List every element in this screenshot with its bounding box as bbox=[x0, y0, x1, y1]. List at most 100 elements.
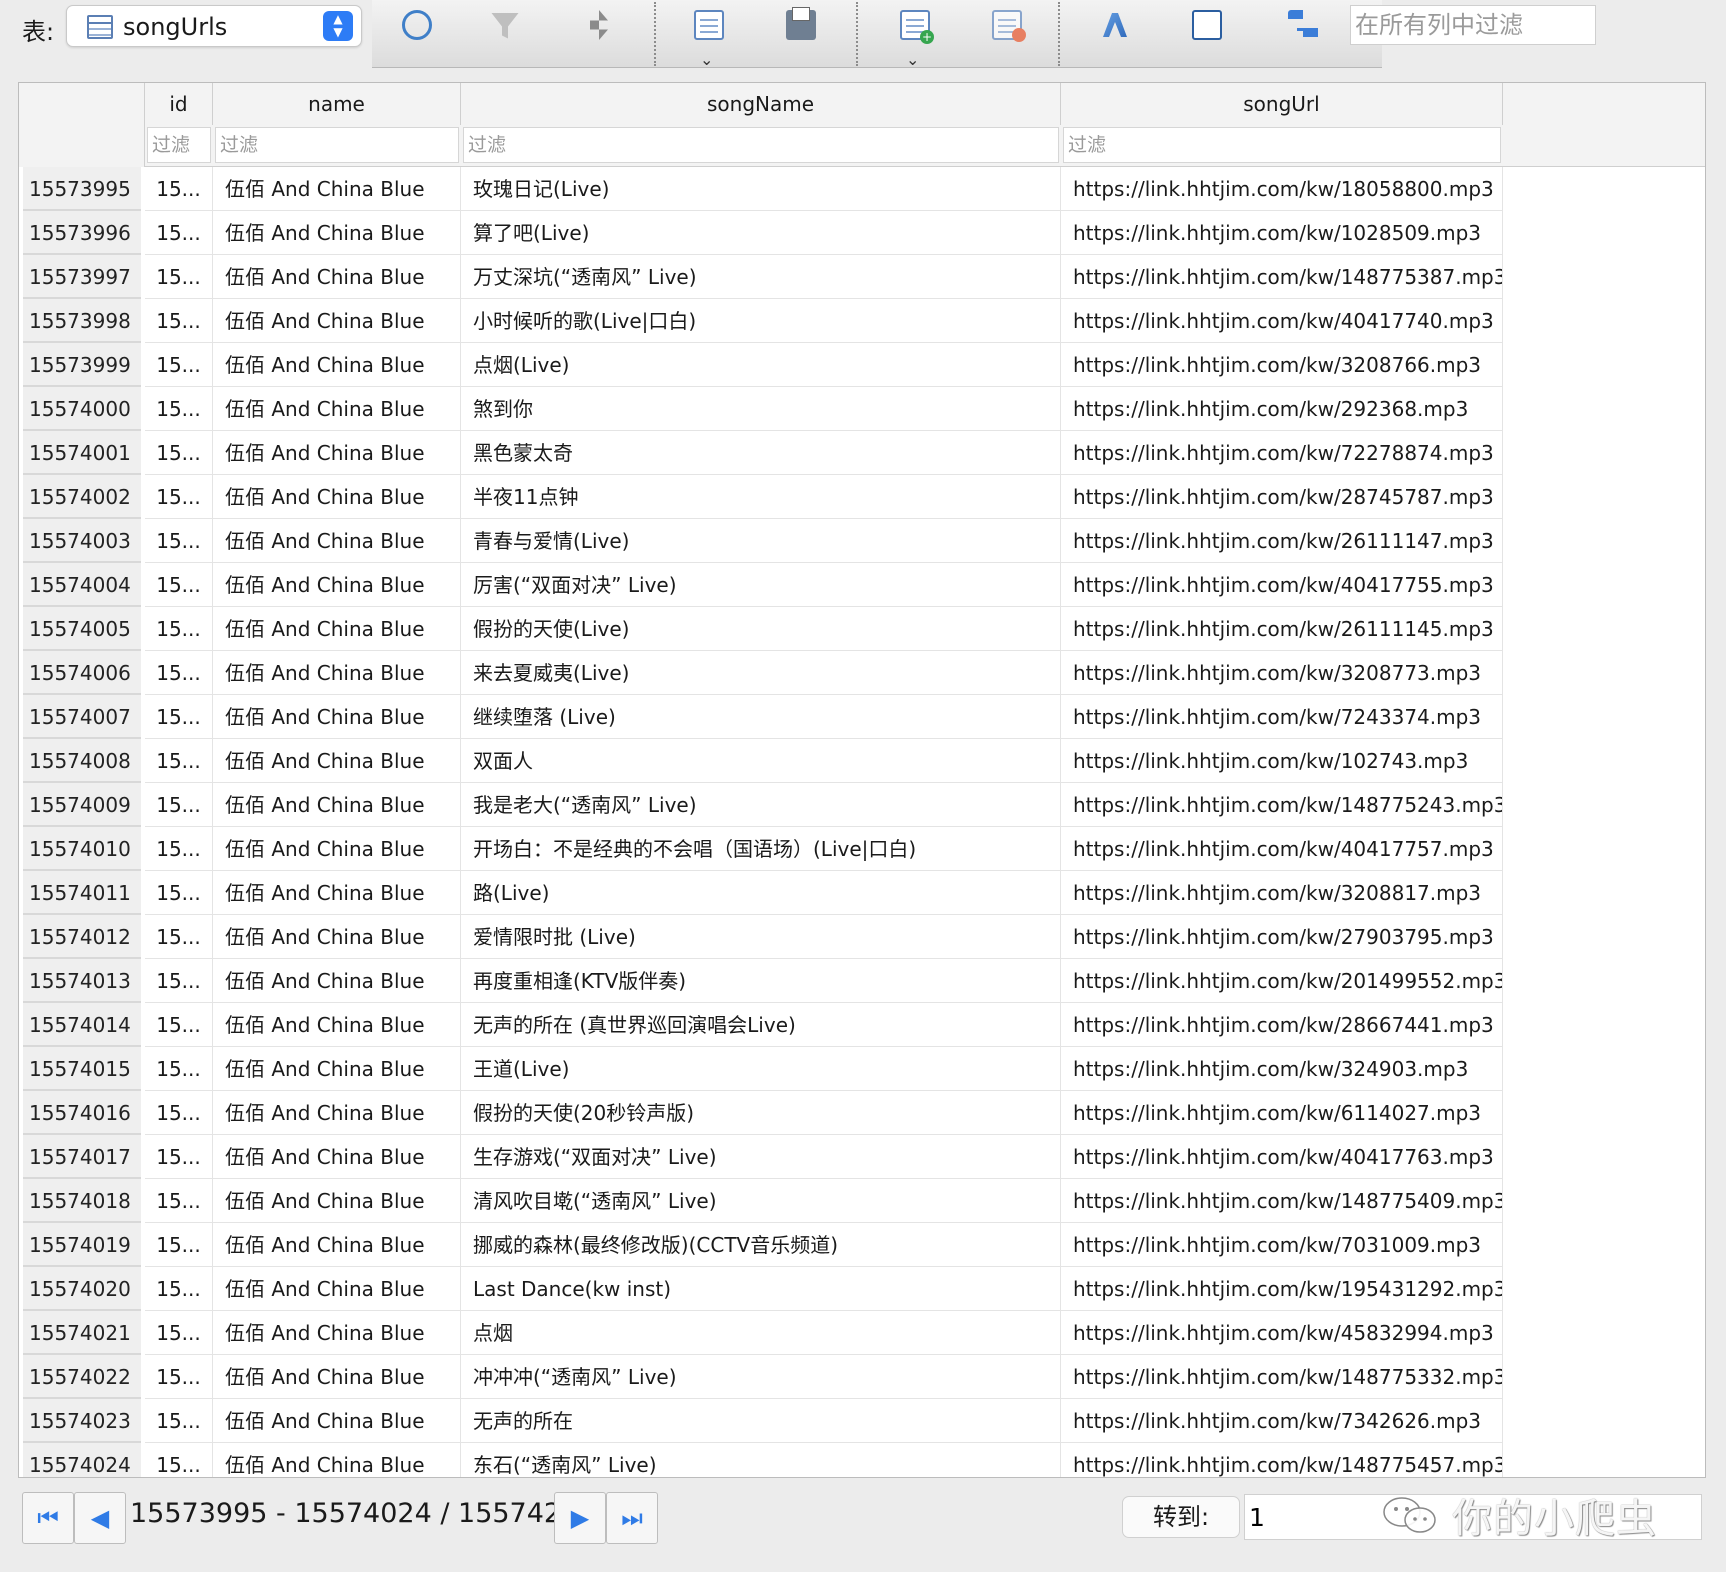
id-cell[interactable]: 15... bbox=[145, 255, 213, 299]
row-number-cell[interactable]: 15574015 bbox=[23, 1047, 141, 1091]
id-cell[interactable]: 15... bbox=[145, 607, 213, 651]
global-filter-input[interactable] bbox=[1350, 5, 1596, 45]
table-row[interactable]: 15574023 15... 伍佰 And China Blue 无声的所在 https… bbox=[19, 1399, 1705, 1443]
songname-cell[interactable]: 无声的所在 bbox=[461, 1399, 1061, 1443]
table-row[interactable]: 15574013 15... 伍佰 And China Blue 再度重相逢(KTV版… bbox=[19, 959, 1705, 1003]
table-row[interactable]: 15573999 15... 伍佰 And China Blue 点烟(Live) ht… bbox=[19, 343, 1705, 387]
clear-sort-button[interactable] bbox=[580, 8, 618, 44]
name-cell[interactable]: 伍佰 And China Blue bbox=[213, 519, 461, 563]
songurl-cell[interactable]: https://link.hhtjim.com/kw/6114027.mp3 bbox=[1061, 1091, 1503, 1135]
row-number-cell[interactable]: 15574016 bbox=[23, 1091, 141, 1135]
songurl-cell[interactable]: https://link.hhtjim.com/kw/28745787.mp3 bbox=[1061, 475, 1503, 519]
songname-cell[interactable]: 生存游戏(“双面对决” Live) bbox=[461, 1135, 1061, 1179]
name-cell[interactable]: 伍佰 And China Blue bbox=[213, 827, 461, 871]
songurl-cell[interactable]: https://link.hhtjim.com/kw/148775457.mp3 bbox=[1061, 1443, 1503, 1477]
row-number-cell[interactable]: 15574018 bbox=[23, 1179, 141, 1223]
id-cell[interactable]: 15... bbox=[145, 299, 213, 343]
songurl-cell[interactable]: https://link.hhtjim.com/kw/28667441.mp3 bbox=[1061, 1003, 1503, 1047]
row-number-cell[interactable]: 15573998 bbox=[23, 299, 141, 343]
songname-cell[interactable]: 挪威的森林(最终修改版)(CCTV音乐频道) bbox=[461, 1223, 1061, 1267]
name-cell[interactable]: 伍佰 And China Blue bbox=[213, 211, 461, 255]
refresh-button[interactable] bbox=[398, 8, 436, 44]
id-cell[interactable]: 15... bbox=[145, 739, 213, 783]
songurl-cell[interactable]: https://link.hhtjim.com/kw/45832994.mp3 bbox=[1061, 1311, 1503, 1355]
songname-cell[interactable]: 继续堕落 (Live) bbox=[461, 695, 1061, 739]
table-row[interactable]: 15574005 15... 伍佰 And China Blue 假扮的天使(Live… bbox=[19, 607, 1705, 651]
songname-cell[interactable]: 无声的所在 (真世界巡回演唱会Live) bbox=[461, 1003, 1061, 1047]
first-page-button[interactable]: ⏮ bbox=[22, 1492, 74, 1544]
id-cell[interactable]: 15... bbox=[145, 1091, 213, 1135]
songurl-cell[interactable]: https://link.hhtjim.com/kw/26111147.mp3 bbox=[1061, 519, 1503, 563]
table-row[interactable]: 15574009 15... 伍佰 And China Blue 我是老大(“透南风”… bbox=[19, 783, 1705, 827]
table-row[interactable]: 15574018 15... 伍佰 And China Blue 清风吹目墘(“透南风… bbox=[19, 1179, 1705, 1223]
songname-cell[interactable]: 厉害(“双面对决” Live) bbox=[461, 563, 1061, 607]
row-number-cell[interactable]: 15574022 bbox=[23, 1355, 141, 1399]
songname-cell[interactable]: 半夜11点钟 bbox=[461, 475, 1061, 519]
songurl-cell[interactable]: https://link.hhtjim.com/kw/292368.mp3 bbox=[1061, 387, 1503, 431]
table-row[interactable]: 15574014 15... 伍佰 And China Blue 无声的所在 (真世界… bbox=[19, 1003, 1705, 1047]
name-cell[interactable]: 伍佰 And China Blue bbox=[213, 255, 461, 299]
row-number-cell[interactable]: 15574005 bbox=[23, 607, 141, 651]
row-number-cell[interactable]: 15573997 bbox=[23, 255, 141, 299]
column-header-name[interactable]: name bbox=[213, 83, 461, 125]
name-cell[interactable]: 伍佰 And China Blue bbox=[213, 1355, 461, 1399]
save-changes-button[interactable]: ⌄ bbox=[690, 8, 728, 69]
songname-cell[interactable]: 冲冲冲(“透南风” Live) bbox=[461, 1355, 1061, 1399]
id-cell[interactable]: 15... bbox=[145, 959, 213, 1003]
id-cell[interactable]: 15... bbox=[145, 563, 213, 607]
id-cell[interactable]: 15... bbox=[145, 1267, 213, 1311]
table-row[interactable]: 15574015 15... 伍佰 And China Blue 王道(Live) ht… bbox=[19, 1047, 1705, 1091]
last-page-button[interactable]: ⏭ bbox=[606, 1492, 658, 1544]
id-cell[interactable]: 15... bbox=[145, 915, 213, 959]
table-select[interactable]: songUrls ▲ ▼ bbox=[66, 5, 362, 47]
row-number-cell[interactable]: 15574011 bbox=[23, 871, 141, 915]
id-cell[interactable]: 15... bbox=[145, 1223, 213, 1267]
row-number-cell[interactable]: 15574008 bbox=[23, 739, 141, 783]
songurl-cell[interactable]: https://link.hhtjim.com/kw/7342626.mp3 bbox=[1061, 1399, 1503, 1443]
songname-cell[interactable]: 算了吧(Live) bbox=[461, 211, 1061, 255]
name-cell[interactable]: 伍佰 And China Blue bbox=[213, 563, 461, 607]
name-cell[interactable]: 伍佰 And China Blue bbox=[213, 475, 461, 519]
id-cell[interactable]: 15... bbox=[145, 211, 213, 255]
id-cell[interactable]: 15... bbox=[145, 695, 213, 739]
table-row[interactable]: 15574003 15... 伍佰 And China Blue 青春与爱情(Live… bbox=[19, 519, 1705, 563]
table-row[interactable]: 15574020 15... 伍佰 And China Blue Last Dance… bbox=[19, 1267, 1705, 1311]
table-row[interactable]: 15574000 15... 伍佰 And China Blue 煞到你 https:/… bbox=[19, 387, 1705, 431]
id-cell[interactable]: 15... bbox=[145, 1443, 213, 1477]
table-row[interactable]: 15574004 15... 伍佰 And China Blue 厉害(“双面对决” … bbox=[19, 563, 1705, 607]
row-number-cell[interactable]: 15574007 bbox=[23, 695, 141, 739]
songurl-cell[interactable]: https://link.hhtjim.com/kw/102743.mp3 bbox=[1061, 739, 1503, 783]
table-row[interactable]: 15574022 15... 伍佰 And China Blue 冲冲冲(“透南风” … bbox=[19, 1355, 1705, 1399]
name-cell[interactable]: 伍佰 And China Blue bbox=[213, 1003, 461, 1047]
id-cell[interactable]: 15... bbox=[145, 1135, 213, 1179]
name-cell[interactable]: 伍佰 And China Blue bbox=[213, 1443, 461, 1477]
songurl-cell[interactable]: https://link.hhtjim.com/kw/3208773.mp3 bbox=[1061, 651, 1503, 695]
id-cell[interactable]: 15... bbox=[145, 871, 213, 915]
songurl-cell[interactable]: https://link.hhtjim.com/kw/26111145.mp3 bbox=[1061, 607, 1503, 651]
songname-cell[interactable]: 小时候听的歌(Live|口白) bbox=[461, 299, 1061, 343]
songname-cell[interactable]: 双面人 bbox=[461, 739, 1061, 783]
name-cell[interactable]: 伍佰 And China Blue bbox=[213, 1135, 461, 1179]
songurl-cell[interactable]: https://link.hhtjim.com/kw/40417755.mp3 bbox=[1061, 563, 1503, 607]
column-header-songurl[interactable]: songUrl bbox=[1061, 83, 1503, 125]
id-cell[interactable]: 15... bbox=[145, 1311, 213, 1355]
name-cell[interactable]: 伍佰 And China Blue bbox=[213, 607, 461, 651]
name-cell[interactable]: 伍佰 And China Blue bbox=[213, 343, 461, 387]
songname-cell[interactable]: 东石(“透南风” Live) bbox=[461, 1443, 1061, 1477]
row-number-cell[interactable]: 15574024 bbox=[23, 1443, 141, 1477]
row-number-cell[interactable]: 15574014 bbox=[23, 1003, 141, 1047]
songname-cell[interactable]: 开场白：不是经典的不会唱（国语场）(Live|口白) bbox=[461, 827, 1061, 871]
table-row[interactable]: 15574011 15... 伍佰 And China Blue 路(Live) htt… bbox=[19, 871, 1705, 915]
filter-input-songurl[interactable] bbox=[1064, 128, 1500, 162]
songurl-cell[interactable]: https://link.hhtjim.com/kw/148775409.mp3 bbox=[1061, 1179, 1503, 1223]
songurl-cell[interactable]: https://link.hhtjim.com/kw/40417763.mp3 bbox=[1061, 1135, 1503, 1179]
songname-cell[interactable]: 路(Live) bbox=[461, 871, 1061, 915]
songurl-cell[interactable]: https://link.hhtjim.com/kw/7243374.mp3 bbox=[1061, 695, 1503, 739]
name-cell[interactable]: 伍佰 And China Blue bbox=[213, 739, 461, 783]
column-header-songname[interactable]: songName bbox=[461, 83, 1061, 125]
id-cell[interactable]: 15... bbox=[145, 475, 213, 519]
table-row[interactable]: 15573998 15... 伍佰 And China Blue 小时候听的歌(Liv… bbox=[19, 299, 1705, 343]
songurl-cell[interactable]: https://link.hhtjim.com/kw/7031009.mp3 bbox=[1061, 1223, 1503, 1267]
songname-cell[interactable]: 来去夏威夷(Live) bbox=[461, 651, 1061, 695]
name-cell[interactable]: 伍佰 And China Blue bbox=[213, 783, 461, 827]
